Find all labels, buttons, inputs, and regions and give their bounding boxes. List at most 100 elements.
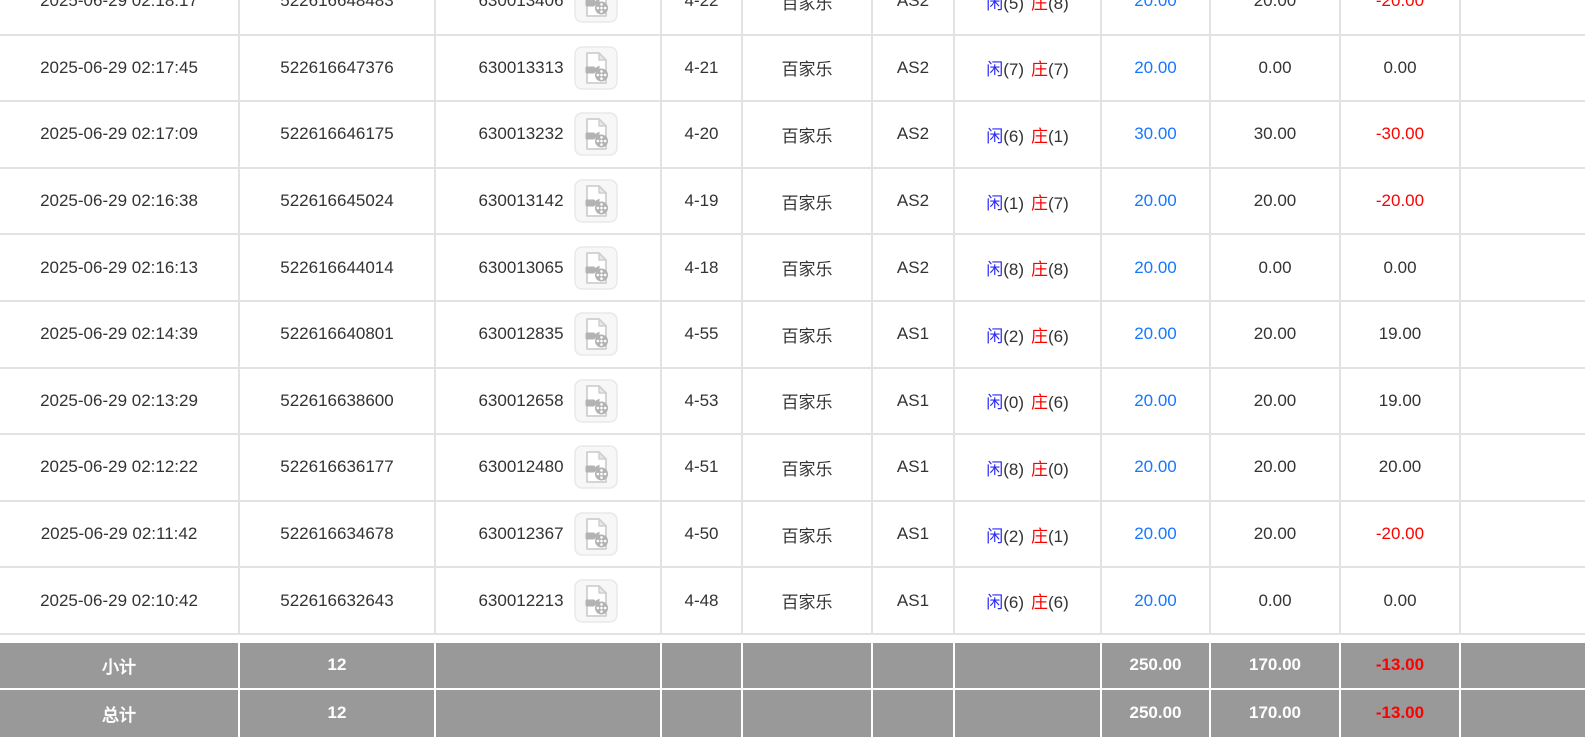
game-result-cell: 闲(2)庄(6) bbox=[955, 302, 1102, 369]
empty-cell bbox=[1461, 635, 1585, 690]
banker-result-label: 庄 bbox=[1031, 127, 1048, 146]
player-result-value: (6) bbox=[1003, 593, 1024, 612]
video-file-icon bbox=[574, 379, 618, 423]
player-result-label: 闲 bbox=[986, 260, 1003, 279]
video-replay-button[interactable] bbox=[574, 0, 618, 23]
video-replay-button[interactable] bbox=[574, 46, 618, 90]
empty-cell bbox=[1461, 502, 1585, 569]
bet-id-cell: 522616632643 bbox=[240, 568, 436, 635]
game-type-cell: 百家乐 bbox=[743, 502, 873, 569]
round-number-cell: 4-50 bbox=[662, 502, 743, 569]
bet-amount-cell: 20.00 bbox=[1102, 502, 1211, 569]
round-id-cell: 630013232 bbox=[436, 102, 662, 169]
player-result-value: (6) bbox=[1003, 127, 1024, 146]
game-type-cell: 百家乐 bbox=[743, 369, 873, 436]
round-id: 630012480 bbox=[478, 457, 563, 477]
table-name-cell: AS1 bbox=[873, 302, 955, 369]
player-result-label: 闲 bbox=[986, 60, 1003, 79]
bet-amount-cell: 20.00 bbox=[1102, 0, 1211, 36]
bet-time-cell: 2025-06-29 02:16:38 bbox=[0, 169, 240, 236]
video-replay-button[interactable] bbox=[574, 312, 618, 356]
video-replay-button[interactable] bbox=[574, 246, 618, 290]
banker-result-value: (0) bbox=[1048, 460, 1069, 479]
valid-amount-cell: 20.00 bbox=[1211, 369, 1341, 436]
total-row: 总计 12 250.00 170.00 -13.00 bbox=[0, 690, 1585, 737]
empty-cell bbox=[436, 690, 662, 737]
game-type-cell: 百家乐 bbox=[743, 235, 873, 302]
banker-result-value: (1) bbox=[1048, 527, 1069, 546]
win-loss-cell: 20.00 bbox=[1341, 435, 1461, 502]
player-result-label: 闲 bbox=[986, 593, 1003, 612]
table-name-cell: AS2 bbox=[873, 169, 955, 236]
round-id: 630012835 bbox=[478, 324, 563, 344]
round-id-cell: 630013313 bbox=[436, 36, 662, 103]
game-type-cell: 百家乐 bbox=[743, 102, 873, 169]
valid-amount-cell: 30.00 bbox=[1211, 102, 1341, 169]
video-replay-button[interactable] bbox=[574, 112, 618, 156]
subtotal-row: 小计 12 250.00 170.00 -13.00 bbox=[0, 635, 1585, 690]
video-replay-button[interactable] bbox=[574, 512, 618, 556]
round-id: 630013142 bbox=[478, 191, 563, 211]
player-result-value: (8) bbox=[1003, 260, 1024, 279]
game-result-cell: 闲(8)庄(0) bbox=[955, 435, 1102, 502]
game-result-cell: 闲(1)庄(7) bbox=[955, 169, 1102, 236]
table-row: 2025-06-29 02:11:42 522616634678 6300123… bbox=[0, 502, 1585, 569]
empty-cell bbox=[873, 690, 955, 737]
game-type-cell: 百家乐 bbox=[743, 435, 873, 502]
table-row: 2025-06-29 02:16:13 522616644014 6300130… bbox=[0, 235, 1585, 302]
video-replay-button[interactable] bbox=[574, 579, 618, 623]
subtotal-valid-amount: 170.00 bbox=[1211, 635, 1341, 690]
table-name-cell: AS2 bbox=[873, 0, 955, 36]
table-row: 2025-06-29 02:18:17 522616648483 6300134… bbox=[0, 0, 1585, 36]
banker-result-label: 庄 bbox=[1031, 60, 1048, 79]
total-bet-amount: 250.00 bbox=[1102, 690, 1211, 737]
player-result-label: 闲 bbox=[986, 393, 1003, 412]
table-name-cell: AS1 bbox=[873, 568, 955, 635]
empty-cell bbox=[873, 635, 955, 690]
empty-cell bbox=[436, 635, 662, 690]
round-number-cell: 4-55 bbox=[662, 302, 743, 369]
video-file-icon bbox=[574, 579, 618, 623]
table-name-cell: AS2 bbox=[873, 235, 955, 302]
table-row: 2025-06-29 02:17:45 522616647376 6300133… bbox=[0, 36, 1585, 103]
banker-result-label: 庄 bbox=[1031, 593, 1048, 612]
valid-amount-cell: 20.00 bbox=[1211, 302, 1341, 369]
round-id-cell: 630013142 bbox=[436, 169, 662, 236]
valid-amount-cell: 20.00 bbox=[1211, 502, 1341, 569]
round-id: 630012213 bbox=[478, 591, 563, 611]
player-result-value: (0) bbox=[1003, 393, 1024, 412]
table-footer: 小计 12 250.00 170.00 -13.00 总计 12 bbox=[0, 635, 1585, 737]
win-loss-cell: -20.00 bbox=[1341, 502, 1461, 569]
banker-result-value: (7) bbox=[1048, 60, 1069, 79]
empty-cell bbox=[955, 690, 1102, 737]
empty-cell bbox=[1461, 36, 1585, 103]
valid-amount-cell: 0.00 bbox=[1211, 568, 1341, 635]
subtotal-count: 12 bbox=[240, 635, 436, 690]
banker-result-value: (8) bbox=[1048, 260, 1069, 279]
banker-result-label: 庄 bbox=[1031, 460, 1048, 479]
empty-cell bbox=[1461, 690, 1585, 737]
video-file-icon bbox=[574, 179, 618, 223]
banker-result-value: (7) bbox=[1048, 194, 1069, 213]
round-id-cell: 630012367 bbox=[436, 502, 662, 569]
video-replay-button[interactable] bbox=[574, 445, 618, 489]
round-id-cell: 630012213 bbox=[436, 568, 662, 635]
round-id: 630013232 bbox=[478, 124, 563, 144]
round-id-cell: 630013065 bbox=[436, 235, 662, 302]
banker-result-label: 庄 bbox=[1031, 0, 1048, 13]
round-id: 630012367 bbox=[478, 524, 563, 544]
bet-amount-cell: 20.00 bbox=[1102, 369, 1211, 436]
total-count: 12 bbox=[240, 690, 436, 737]
bet-amount-cell: 20.00 bbox=[1102, 36, 1211, 103]
empty-cell bbox=[1461, 302, 1585, 369]
video-replay-button[interactable] bbox=[574, 379, 618, 423]
valid-amount-cell: 0.00 bbox=[1211, 235, 1341, 302]
video-file-icon bbox=[574, 112, 618, 156]
video-replay-button[interactable] bbox=[574, 179, 618, 223]
table-name-cell: AS1 bbox=[873, 369, 955, 436]
subtotal-win-loss: -13.00 bbox=[1341, 635, 1461, 690]
subtotal-label: 小计 bbox=[0, 635, 240, 690]
empty-cell bbox=[1461, 169, 1585, 236]
bet-amount-cell: 20.00 bbox=[1102, 235, 1211, 302]
round-id: 630013406 bbox=[478, 0, 563, 11]
